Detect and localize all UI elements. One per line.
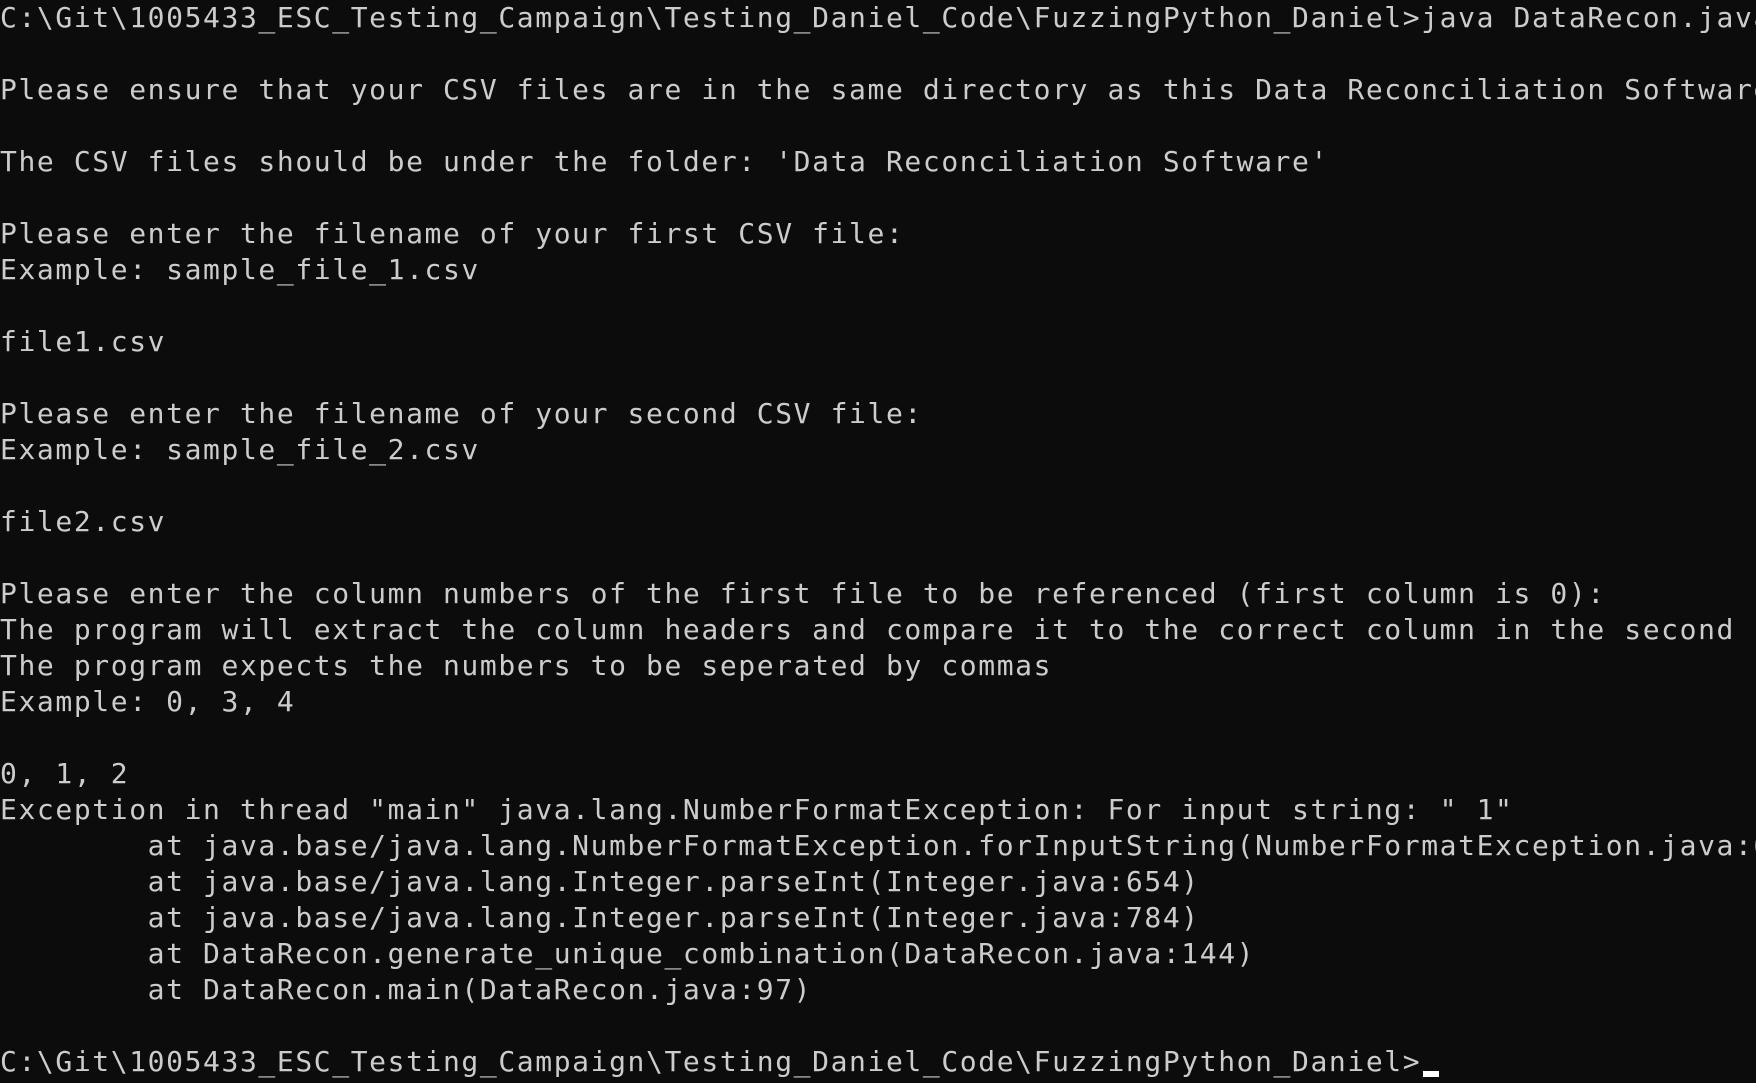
terminal-line: Please enter the filename of your first …: [0, 217, 905, 250]
terminal-line: file2.csv: [0, 505, 167, 538]
terminal-line: at java.base/java.lang.Integer.parseInt(…: [0, 865, 1200, 898]
terminal-lines: C:\Git\1005433_ESC_Testing_Campaign\Test…: [0, 0, 1756, 1044]
command-prompt: C:\Git\1005433_ESC_Testing_Campaign\Test…: [0, 1045, 1422, 1078]
terminal-line: at DataRecon.main(DataRecon.java:97): [0, 973, 813, 1006]
terminal-line: Please ensure that your CSV files are in…: [0, 73, 1756, 106]
terminal-line: at DataRecon.generate_unique_combination…: [0, 937, 1256, 970]
terminal-line: at java.base/java.lang.NumberFormatExcep…: [0, 829, 1756, 862]
terminal-line: 0, 1, 2: [0, 757, 130, 790]
terminal-line: Please enter the filename of your second…: [0, 397, 923, 430]
terminal-line: C:\Git\1005433_ESC_Testing_Campaign\Test…: [0, 1, 1756, 34]
terminal-line: Exception in thread "main" java.lang.Num…: [0, 793, 1514, 826]
terminal-line: Example: 0, 3, 4: [0, 685, 296, 718]
terminal-line: The program will extract the column head…: [0, 613, 1756, 646]
command-prompt-line[interactable]: C:\Git\1005433_ESC_Testing_Campaign\Test…: [0, 1044, 1756, 1080]
terminal-line: file1.csv: [0, 325, 167, 358]
terminal-line: Please enter the column numbers of the f…: [0, 577, 1606, 610]
terminal-line: at java.base/java.lang.Integer.parseInt(…: [0, 901, 1200, 934]
terminal-line: Example: sample_file_2.csv: [0, 433, 480, 466]
terminal-line: The program expects the numbers to be se…: [0, 649, 1053, 682]
text-cursor: [1423, 1071, 1440, 1077]
terminal-line: Example: sample_file_1.csv: [0, 253, 480, 286]
terminal-output[interactable]: C:\Git\1005433_ESC_Testing_Campaign\Test…: [0, 0, 1756, 1083]
terminal-line: The CSV files should be under the folder…: [0, 145, 1329, 178]
